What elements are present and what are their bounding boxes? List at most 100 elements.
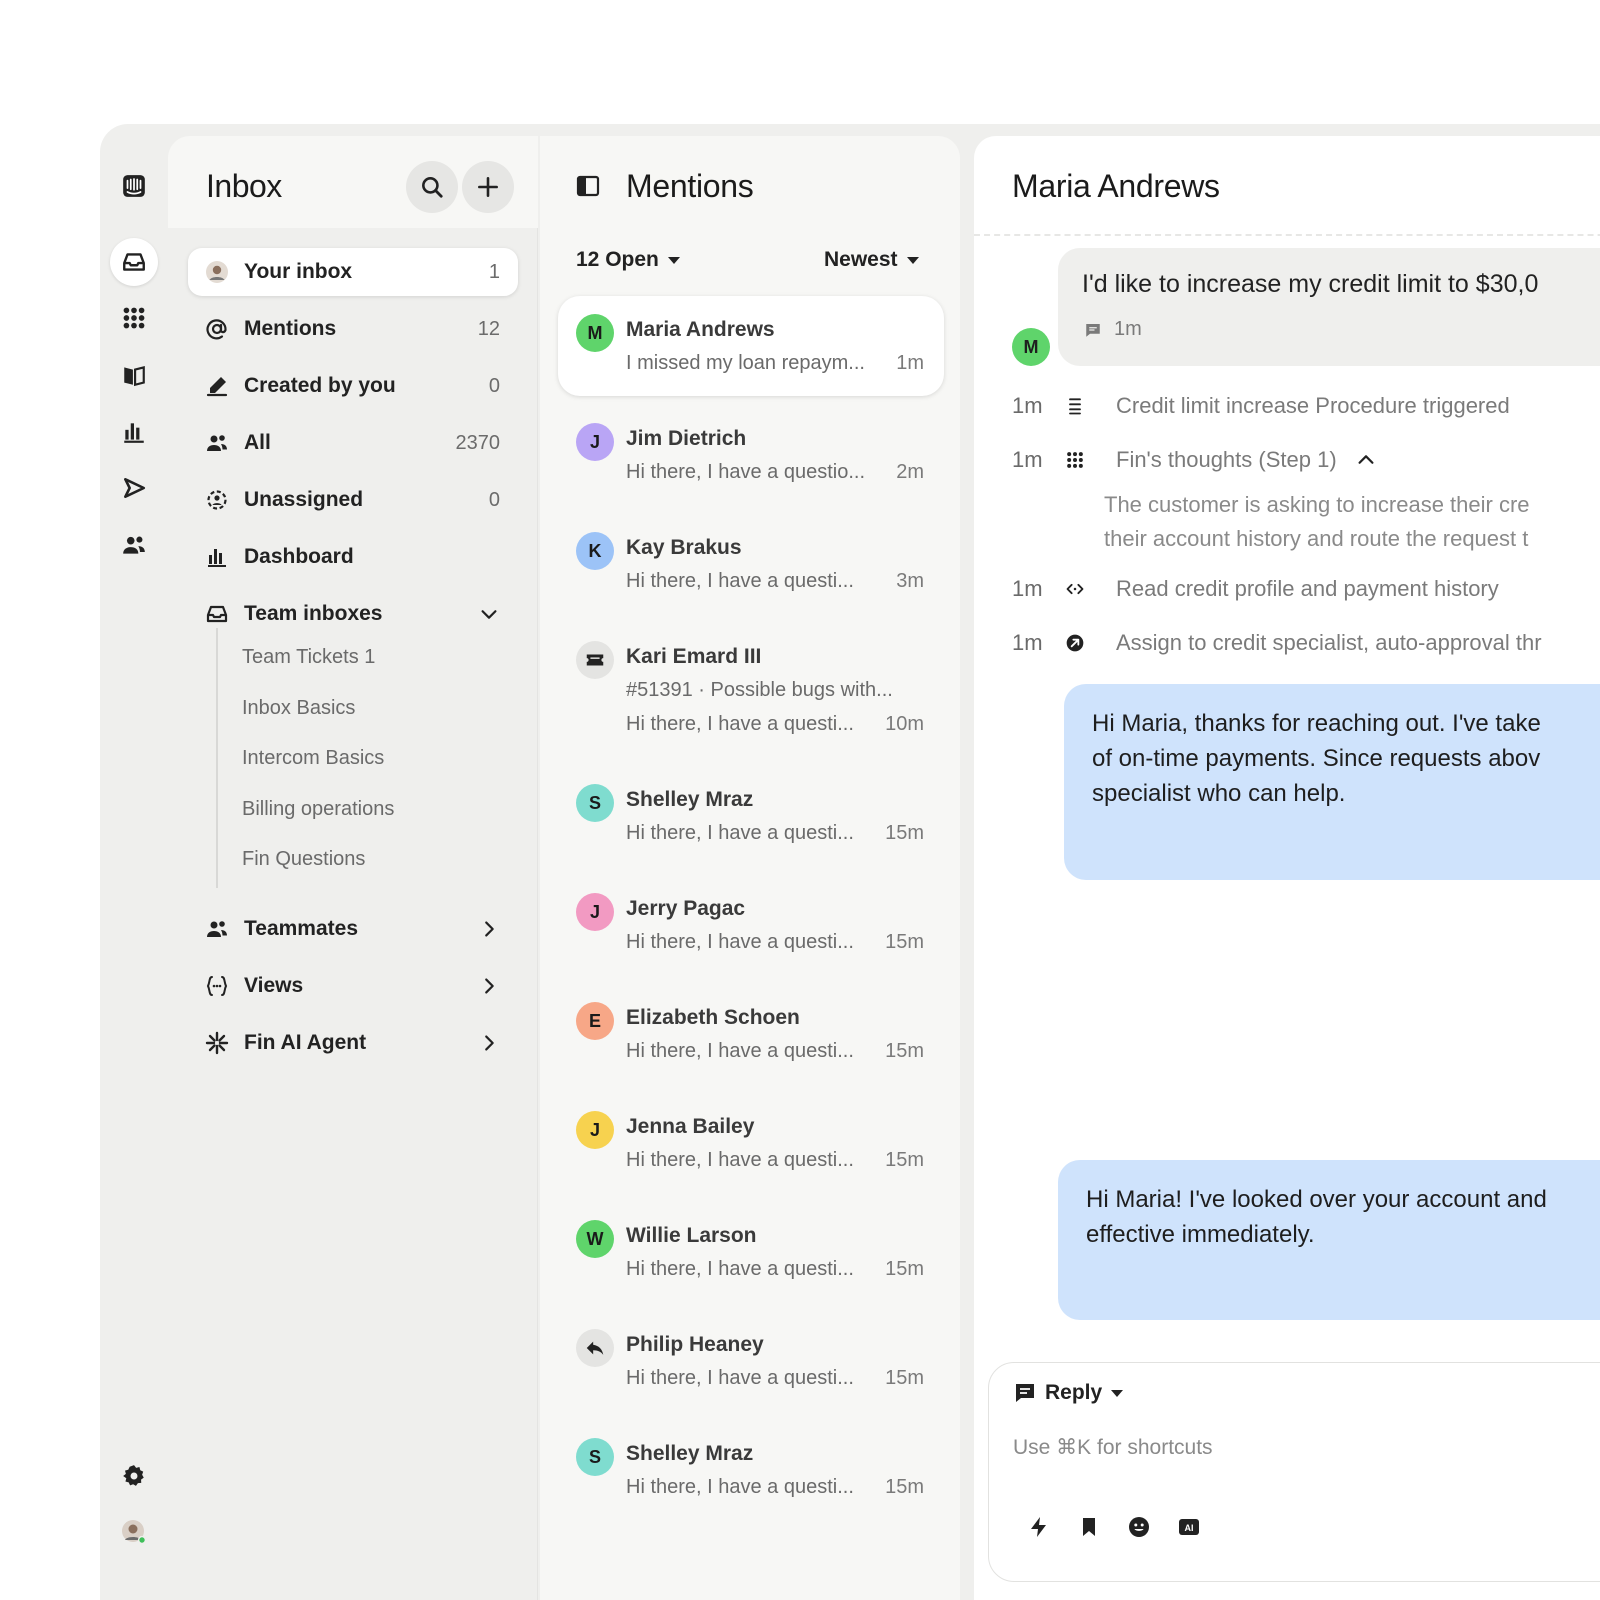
conversation-preview: Hi there, I have a questi...	[626, 570, 854, 592]
customer-avatar: M	[1012, 328, 1050, 366]
search-button[interactable]	[406, 161, 458, 213]
sort-dropdown[interactable]: Newest	[824, 248, 920, 272]
panel-toggle-icon[interactable]	[576, 174, 600, 198]
conversation-name: Kay Brakus	[626, 536, 742, 559]
nav-item-fin-ai-agent[interactable]: Fin AI Agent	[188, 1019, 518, 1067]
conversation-preview: Hi there, I have a questi...	[626, 1367, 854, 1389]
user-avatar[interactable]	[110, 1508, 158, 1556]
unassigned-icon	[204, 487, 230, 513]
customer-message-text: I'd like to increase my credit limit to …	[1082, 270, 1539, 298]
nav-item-created-by-you[interactable]: Created by you 0	[188, 362, 518, 410]
procedure-icon	[1064, 395, 1086, 417]
fin-icon[interactable]	[110, 294, 158, 342]
conversation-item[interactable]: K Kay Brakus Hi there, I have a questi..…	[558, 514, 944, 614]
event-text: Read credit profile and payment history	[1116, 576, 1499, 601]
nav-item-mentions[interactable]: Mentions 12	[188, 305, 518, 353]
nav-item-views[interactable]: Views	[188, 962, 518, 1010]
event-fin-thoughts[interactable]: 1m Fin's thoughts (Step 1)	[1012, 447, 1377, 473]
nav-item-count: 0	[488, 488, 500, 511]
nav-item-count: 1	[488, 260, 500, 283]
plus-icon	[478, 177, 498, 197]
reports-icon[interactable]	[110, 408, 158, 456]
caret-down-icon	[906, 257, 919, 264]
new-conversation-button[interactable]	[462, 161, 514, 213]
conversation-item[interactable]: J Jim Dietrich Hi there, I have a questi…	[558, 405, 944, 505]
icon-rail	[100, 124, 168, 1600]
nav-item-team-inboxes[interactable]: Team inboxes	[188, 590, 518, 638]
status-filter-dropdown[interactable]: 12 Open	[576, 248, 681, 272]
lightning-icon[interactable]	[1025, 1513, 1053, 1541]
conversation-preview: Hi there, I have a questi...	[626, 1149, 854, 1171]
conversation-title: Maria Andrews	[1012, 168, 1220, 204]
avatar: S	[576, 1438, 614, 1476]
nav-item-label: Unassigned	[244, 488, 364, 511]
conversation-item[interactable]: E Elizabeth Schoen Hi there, I have a qu…	[558, 984, 944, 1084]
user-avatar-small	[204, 259, 230, 285]
ai-icon[interactable]: AI	[1175, 1513, 1203, 1541]
list-title: Mentions	[626, 168, 754, 204]
conversation-item[interactable]: S Shelley Mraz Hi there, I have a questi…	[558, 766, 944, 866]
conversation-time: 15m	[885, 1040, 924, 1062]
people-icon	[204, 430, 230, 456]
team-inbox-item[interactable]: Inbox Basics	[242, 697, 355, 720]
conversation-name: Jim Dietrich	[626, 427, 747, 450]
emoji-icon[interactable]	[1125, 1513, 1153, 1541]
reply-mode-dropdown[interactable]: Reply	[1013, 1381, 1124, 1405]
nav-item-your-inbox[interactable]: Your inbox 1	[188, 248, 518, 296]
nav-item-dashboard[interactable]: Dashboard	[188, 533, 518, 581]
conversation-detail: Maria Andrews I'd like to increase my cr…	[974, 136, 1600, 1600]
caret-down-icon	[1111, 1390, 1124, 1397]
settings-icon[interactable]	[110, 1452, 158, 1500]
conversation-item[interactable]: S Shelley Mraz Hi there, I have a questi…	[558, 1420, 944, 1520]
inbox-icon	[204, 601, 230, 627]
knowledge-book-icon[interactable]	[110, 351, 158, 399]
event-text: Assign to credit specialist, auto-approv…	[1116, 630, 1542, 655]
conversation-item[interactable]: J Jerry Pagac Hi there, I have a questi.…	[558, 875, 944, 975]
avatar: J	[576, 423, 614, 461]
conversation-name: Philip Heaney	[626, 1333, 764, 1356]
intercom-logo-icon[interactable]	[110, 162, 158, 210]
svg-text:AI: AI	[1185, 1523, 1194, 1533]
bookmark-icon[interactable]	[1075, 1513, 1103, 1541]
conversation-item[interactable]: Philip Heaney Hi there, I have a questi.…	[558, 1311, 944, 1411]
reply-composer: Reply Use ⌘K for shortcuts AI	[988, 1362, 1600, 1582]
nav-item-unassigned[interactable]: Unassigned 0	[188, 476, 518, 524]
contacts-icon[interactable]	[110, 521, 158, 569]
outbound-icon[interactable]	[110, 464, 158, 512]
conversation-name: Willie Larson	[626, 1224, 757, 1247]
reply-mode-label: Reply	[1045, 1381, 1103, 1404]
agent-reply-message: Hi Maria! I've looked over your account …	[1058, 1160, 1600, 1320]
nav-item-label: Mentions	[244, 317, 337, 340]
conversation-time: 15m	[885, 1476, 924, 1498]
team-inbox-item[interactable]: Intercom Basics	[242, 747, 384, 770]
conversation-name: Jenna Bailey	[626, 1115, 755, 1138]
conversation-item[interactable]: J Jenna Bailey Hi there, I have a questi…	[558, 1093, 944, 1193]
chevron-up-icon[interactable]	[1355, 449, 1377, 471]
ticket-icon	[576, 641, 614, 679]
chevron-down-icon[interactable]	[478, 603, 500, 625]
chevron-right-icon	[485, 978, 494, 994]
conversation-time: 3m	[896, 570, 924, 592]
conversation-list: Mentions 12 Open Newest M Maria Andrews …	[540, 136, 960, 1600]
nav-item-all[interactable]: All 2370	[188, 419, 518, 467]
conversation-preview: Hi there, I have a questi...	[626, 822, 854, 844]
conversation-item[interactable]: W Willie Larson Hi there, I have a quest…	[558, 1202, 944, 1302]
team-inbox-item[interactable]: Fin Questions	[242, 848, 365, 871]
event-procedure-triggered: 1m Credit limit increase Procedure trigg…	[1012, 393, 1510, 419]
inbox-nav: Inbox Your inbox 1 Mentions 12 Created b…	[168, 136, 538, 1600]
conversation-item[interactable]: M Maria Andrews I missed my loan repaym.…	[558, 296, 944, 396]
conversation-time: 15m	[885, 1258, 924, 1280]
conversation-time: 2m	[896, 461, 924, 483]
nav-item-label: Dashboard	[244, 545, 354, 568]
agent-reply-text: Hi Maria! I've looked over your account …	[1086, 1182, 1547, 1252]
conversation-item[interactable]: Kari Emard III #51391 · Possible bugs wi…	[558, 623, 944, 763]
nav-item-teammates[interactable]: Teammates	[188, 905, 518, 953]
conversation-time: 15m	[885, 1149, 924, 1171]
team-inbox-item[interactable]: Team Tickets 1	[242, 646, 375, 669]
at-sign-icon	[204, 316, 230, 342]
inbox-icon[interactable]	[110, 238, 158, 286]
code-arrows-icon	[1064, 578, 1086, 600]
conversation-time: 15m	[885, 931, 924, 953]
team-inbox-item[interactable]: Billing operations	[242, 798, 394, 821]
reply-input[interactable]: Use ⌘K for shortcuts	[1013, 1435, 1213, 1460]
